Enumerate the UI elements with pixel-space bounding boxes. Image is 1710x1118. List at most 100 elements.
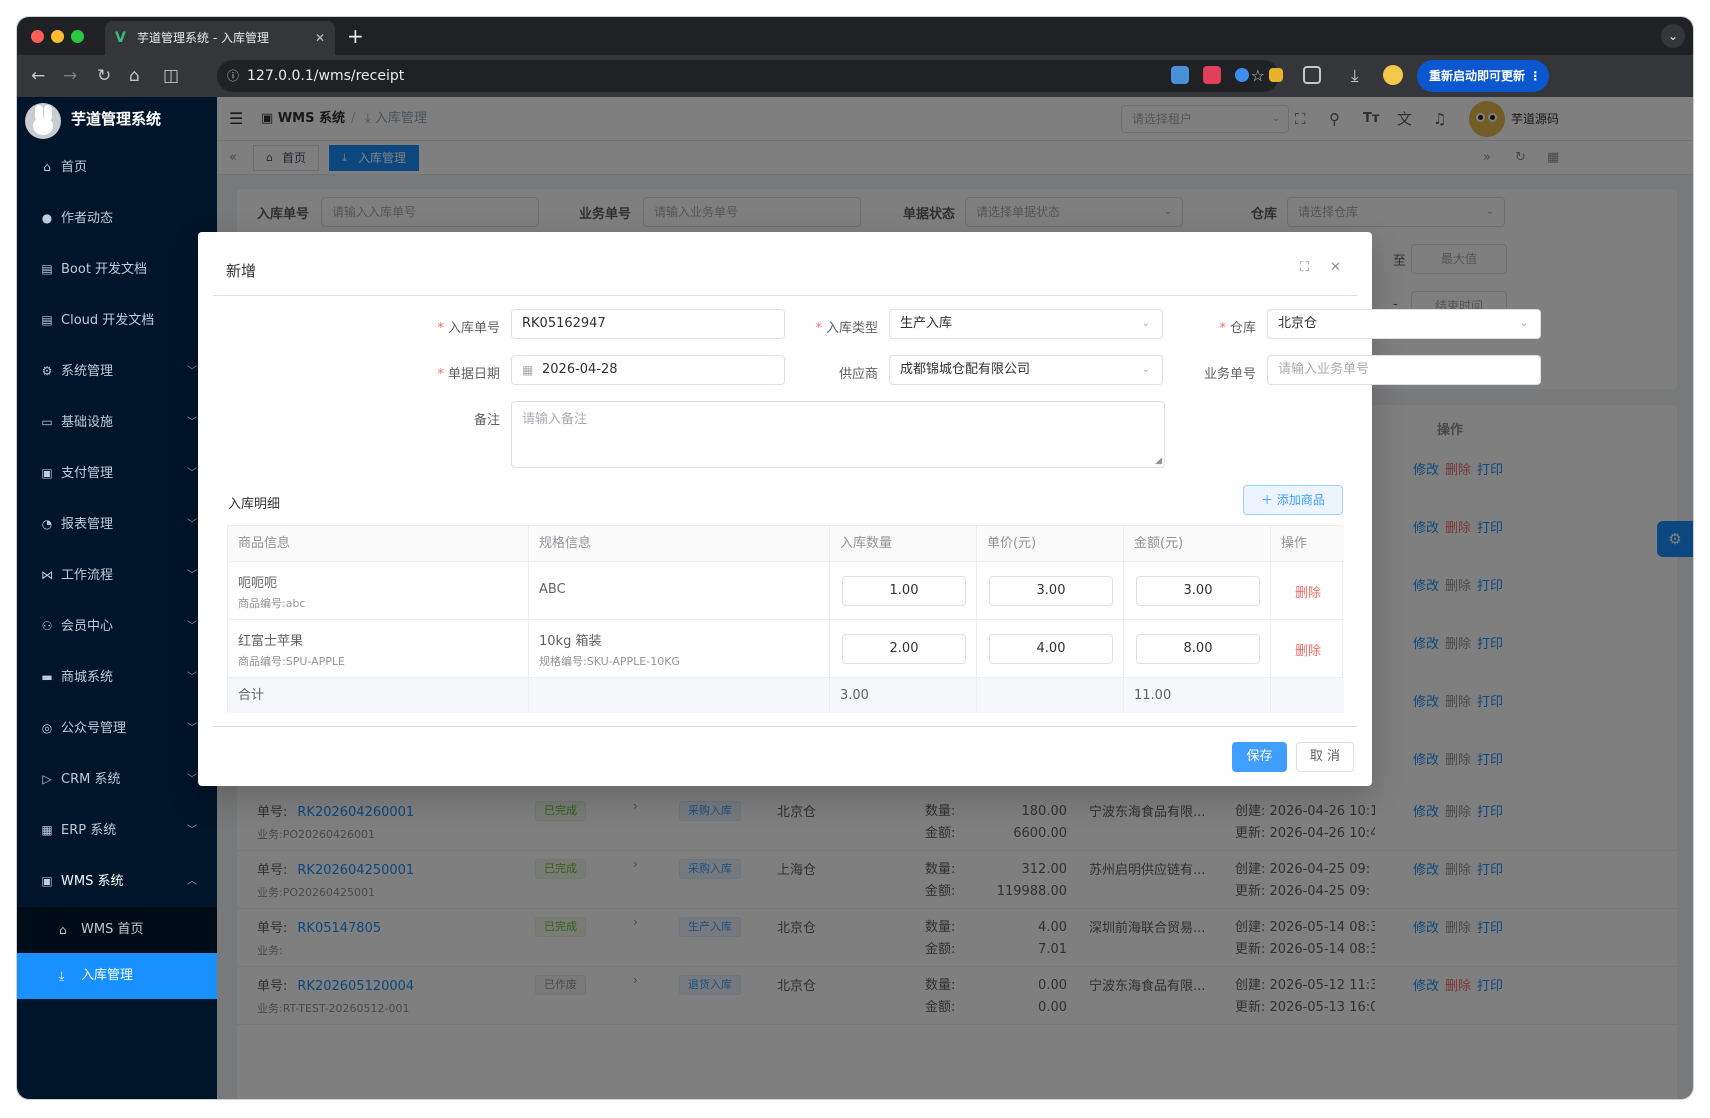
sidebar-item-12[interactable]: ▷ CRM 系统 ﹀ <box>17 754 217 805</box>
relaunch-update-button[interactable]: 重新启动即可更新 ⋮ <box>1417 60 1549 92</box>
save-button[interactable]: 保存 <box>1232 742 1287 772</box>
sidebar-item-label: 系统管理 <box>61 364 114 379</box>
sidebar-item-0[interactable]: ⌂ 首页 <box>17 142 217 193</box>
add-product-button[interactable]: ＋ 添加商品 <box>1243 485 1343 515</box>
home-icon[interactable]: ⌂ <box>129 55 140 97</box>
table-row-cell-price: 3.00 <box>977 562 1124 620</box>
qty-input[interactable]: 2.00 <box>842 634 966 664</box>
members-icon: ⚇ <box>41 619 53 633</box>
sidebar-header[interactable]: 芋道管理系统 <box>17 97 217 142</box>
delete-row-link[interactable]: 删除 <box>1295 640 1321 659</box>
sidebar-subitem-receipt[interactable]: ⤓ 入库管理 <box>17 953 217 999</box>
forward-icon[interactable]: → <box>63 55 77 97</box>
chevron-down-icon: ⌄ <box>1519 318 1528 329</box>
supplier-select[interactable]: 成都锦城仓配有限公司 ⌄ <box>889 355 1163 385</box>
sidebar-item-label: ERP 系统 <box>61 823 117 838</box>
doc-date-label: * 单据日期 <box>437 367 500 382</box>
sidebar-item-5[interactable]: ▭ 基础设施 ﹀ <box>17 397 217 448</box>
th-price: 单价(元) <box>977 526 1124 562</box>
maximize-window-dot[interactable] <box>71 30 84 43</box>
amount-input[interactable]: 3.00 <box>1136 576 1260 606</box>
doc-date-picker[interactable]: ▦ 2026-04-28 <box>511 355 785 385</box>
erp-icon: ▦ <box>41 823 53 837</box>
sidebar-item-13[interactable]: ▦ ERP 系统 ﹀ <box>17 805 217 856</box>
crm-icon: ▷ <box>42 772 52 786</box>
translate-extension-icon[interactable] <box>1203 66 1221 84</box>
bookmark-star-icon[interactable]: ☆ <box>1251 60 1265 92</box>
resize-grip-icon[interactable]: ◢ <box>1155 456 1162 466</box>
maximize-dialog-icon[interactable]: ⛶ <box>1300 260 1309 275</box>
reload-icon[interactable]: ↻ <box>97 55 111 97</box>
sidebar-item-7[interactable]: ◔ 报表管理 ﹀ <box>17 499 217 550</box>
payment-icon: ▣ <box>41 466 53 480</box>
th-qty: 入库数量 <box>830 526 977 562</box>
sidebar-item-label: 支付管理 <box>61 466 114 481</box>
browser-tab-bar: V 芋道管理系统 - 入库管理 ✕ + ⌄ <box>17 17 1693 55</box>
sidebar-item-6[interactable]: ▣ 支付管理 ﹀ <box>17 448 217 499</box>
sidebar-item-label: WMS 系统 <box>61 874 124 889</box>
back-icon[interactable]: ← <box>31 55 45 97</box>
new-receipt-dialog: 新增 ⛶ ✕ * 入库单号 RK05162947 * 入库类型 生产入库 ⌄ * 仓库 … <box>198 232 1541 786</box>
amount-input[interactable]: 8.00 <box>1136 634 1260 664</box>
tab-search-icon[interactable]: ⌄ <box>1661 24 1685 48</box>
warehouse-select[interactable]: 北京仓 ⌄ <box>1267 309 1541 339</box>
spec-name: ABC <box>539 582 566 597</box>
sidebar-item-label: Cloud 开发文档 <box>61 313 155 328</box>
price-input[interactable]: 3.00 <box>989 576 1113 606</box>
th-spec: 规格信息 <box>529 526 830 562</box>
monitor-icon: ▭ <box>41 415 53 429</box>
app-logo-icon <box>25 103 61 139</box>
biz-no-input[interactable]: 请输入业务单号 <box>1267 355 1541 385</box>
chevron-down-icon: ﹀ <box>187 570 197 581</box>
sidebar-subitem-label: 入库管理 <box>81 968 134 983</box>
sidebar-item-9[interactable]: ⚇ 会员中心 ﹀ <box>17 601 217 652</box>
puzzle-extensions-icon[interactable] <box>1303 66 1321 84</box>
inbound-icon: ⤓ <box>59 969 65 983</box>
url-text: 127.0.0.1/wms/receipt <box>247 68 405 84</box>
sidebar-item-3[interactable]: ▤ Cloud 开发文档 <box>17 295 217 346</box>
site-info-icon[interactable]: ⓘ <box>227 60 239 92</box>
profile-avatar-icon[interactable] <box>1383 65 1403 85</box>
chevron-down-icon: ⌄ <box>1141 364 1150 375</box>
table-row-cell-qty: 1.00 <box>830 562 977 620</box>
sidebar-item-1[interactable]: ● 作者动态 <box>17 193 217 244</box>
spec-code: 规格编号:SKU-APPLE-10KG <box>539 655 680 668</box>
receipt-no-input[interactable]: RK05162947 <box>511 309 785 339</box>
new-tab-icon[interactable]: + <box>347 21 364 51</box>
warehouse-label: * 仓库 <box>1219 321 1256 336</box>
download-icon[interactable]: ⤓ <box>1351 55 1359 97</box>
chart-icon: ◔ <box>41 517 53 531</box>
home-icon: ⌂ <box>43 160 51 174</box>
sidebar-item-14[interactable]: ▣ WMS 系统 ︿ <box>17 856 217 907</box>
close-dialog-icon[interactable]: ✕ <box>1330 260 1341 275</box>
sidebar-item-4[interactable]: ⚙ 系统管理 ﹀ <box>17 346 217 397</box>
extension-icon[interactable] <box>1171 66 1189 84</box>
chevron-down-icon: ﹀ <box>187 723 197 734</box>
pencil-extension-icon[interactable] <box>1269 68 1283 82</box>
delete-row-link[interactable]: 删除 <box>1295 582 1321 601</box>
table-row-cell-amount: 3.00 <box>1124 562 1271 620</box>
close-tab-icon[interactable]: ✕ <box>315 21 325 55</box>
qty-input[interactable]: 1.00 <box>842 576 966 606</box>
reading-mode-icon[interactable]: ◫ <box>163 55 179 97</box>
sidebar-item-10[interactable]: ▬ 商城系统 ﹀ <box>17 652 217 703</box>
gear-icon: ⚙ <box>41 364 53 378</box>
cancel-button[interactable]: 取 消 <box>1296 742 1354 772</box>
minimize-window-dot[interactable] <box>51 30 64 43</box>
sidebar-item-2[interactable]: ▤ Boot 开发文档 <box>17 244 217 295</box>
sidebar-subitem-wms-home[interactable]: ⌂ WMS 首页 <box>17 907 217 953</box>
table-row-cell-action: 删除 <box>1271 620 1344 678</box>
address-bar[interactable]: ⓘ 127.0.0.1/wms/receipt ☆ <box>217 60 1279 92</box>
sidebar-item-label: 首页 <box>61 160 88 175</box>
sidebar-item-11[interactable]: ◎ 公众号管理 ﹀ <box>17 703 217 754</box>
receipt-type-select[interactable]: 生产入库 ⌄ <box>889 309 1163 339</box>
sidebar-item-8[interactable]: ⋈ 工作流程 ﹀ <box>17 550 217 601</box>
close-window-dot[interactable] <box>31 30 44 43</box>
input-placeholder: 请输入业务单号 <box>1278 362 1370 377</box>
browser-tab[interactable]: V 芋道管理系统 - 入库管理 ✕ <box>105 21 335 55</box>
price-input[interactable]: 4.00 <box>989 634 1113 664</box>
remark-textarea[interactable]: 请输入备注 ◢ <box>511 401 1165 468</box>
gem-extension-icon[interactable] <box>1235 68 1249 82</box>
select-value: 北京仓 <box>1278 316 1318 331</box>
sidebar-item-label: 报表管理 <box>61 517 114 532</box>
